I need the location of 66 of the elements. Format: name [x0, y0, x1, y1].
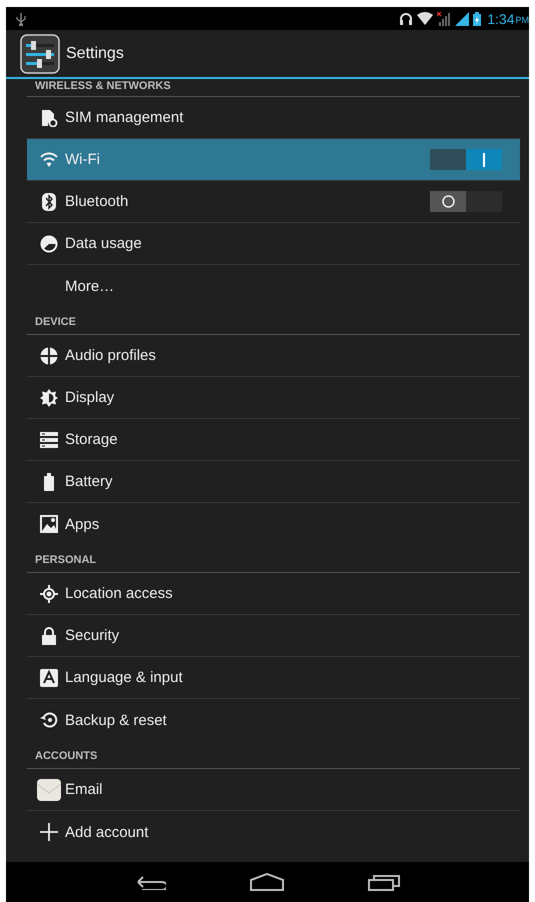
item-label: Wi-Fi — [65, 151, 101, 168]
cell-signal-icon — [455, 12, 470, 26]
keyboard-letter-icon — [40, 668, 58, 686]
item-label: Location access — [65, 585, 174, 602]
home-icon[interactable] — [250, 873, 284, 891]
item-label: More… — [65, 278, 116, 294]
settings-sliders-icon[interactable] — [20, 34, 60, 74]
recent-apps-icon[interactable] — [368, 873, 400, 891]
speaker-grid-icon — [40, 346, 58, 364]
item-label: Email — [65, 781, 104, 798]
pie-chart-icon — [40, 234, 58, 252]
item-label: Display — [65, 389, 116, 406]
wifi-signal-icon — [417, 12, 434, 25]
plus-icon — [40, 823, 58, 841]
item-label: Bluetooth — [65, 193, 130, 210]
sim-card-icon — [40, 108, 58, 126]
item-label: Language & input — [65, 669, 184, 686]
usb-icon — [16, 12, 26, 26]
picture-icon — [40, 515, 58, 533]
item-label: Audio profiles — [65, 347, 157, 364]
bluetooth-icon — [42, 192, 56, 210]
screen-title: Settings — [66, 44, 124, 62]
switch-off-circle-icon — [442, 195, 454, 208]
item-label: Backup & reset — [65, 712, 168, 728]
item-label: Storage — [65, 431, 119, 448]
no-signal-icon — [437, 12, 452, 26]
section-header: ACCOUNTS — [27, 741, 520, 769]
toggle-switch[interactable] — [430, 191, 502, 212]
settings-item[interactable]: Display — [27, 377, 520, 419]
battery-icon — [44, 472, 54, 490]
settings-item[interactable]: Email — [27, 769, 520, 811]
item-label: Security — [65, 627, 120, 644]
headset-icon — [399, 12, 414, 26]
settings-item[interactable]: Audio profiles — [27, 335, 520, 377]
item-label: SIM management — [65, 109, 184, 126]
settings-item[interactable]: Apps — [27, 503, 520, 545]
toggle-switch[interactable] — [430, 149, 502, 170]
target-icon — [40, 584, 58, 602]
settings-item[interactable]: More… — [27, 265, 520, 307]
restore-clock-icon — [40, 711, 58, 729]
clock-period: PM — [516, 14, 529, 25]
back-icon[interactable] — [136, 874, 166, 890]
item-label: Add account — [65, 824, 150, 840]
battery-icon — [473, 12, 482, 26]
envelope-icon — [37, 778, 61, 800]
settings-item[interactable]: Bluetooth — [27, 181, 520, 223]
settings-item[interactable]: Wi-Fi — [27, 139, 520, 181]
section-header: WIRELESS & NETWORKS — [27, 79, 520, 97]
clock-time: 1:34 — [487, 10, 514, 26]
settings-item[interactable]: Backup & reset — [27, 699, 520, 741]
settings-item[interactable]: Add account — [27, 811, 520, 853]
item-label: Battery — [65, 473, 114, 490]
settings-item[interactable]: Data usage — [27, 223, 520, 265]
item-label: Apps — [65, 516, 100, 532]
settings-item[interactable]: Battery — [27, 461, 520, 503]
settings-item[interactable]: Storage — [27, 419, 520, 461]
section-header: DEVICE — [27, 307, 520, 335]
padlock-icon — [42, 626, 56, 644]
storage-icon — [40, 432, 58, 448]
item-label: Data usage — [65, 235, 143, 252]
section-header: PERSONAL — [27, 545, 520, 573]
settings-item[interactable]: Language & input — [27, 657, 520, 699]
brightness-icon — [40, 388, 58, 406]
settings-item[interactable]: Security — [27, 615, 520, 657]
settings-item[interactable]: Location access — [27, 573, 520, 615]
wifi-icon — [40, 152, 58, 168]
